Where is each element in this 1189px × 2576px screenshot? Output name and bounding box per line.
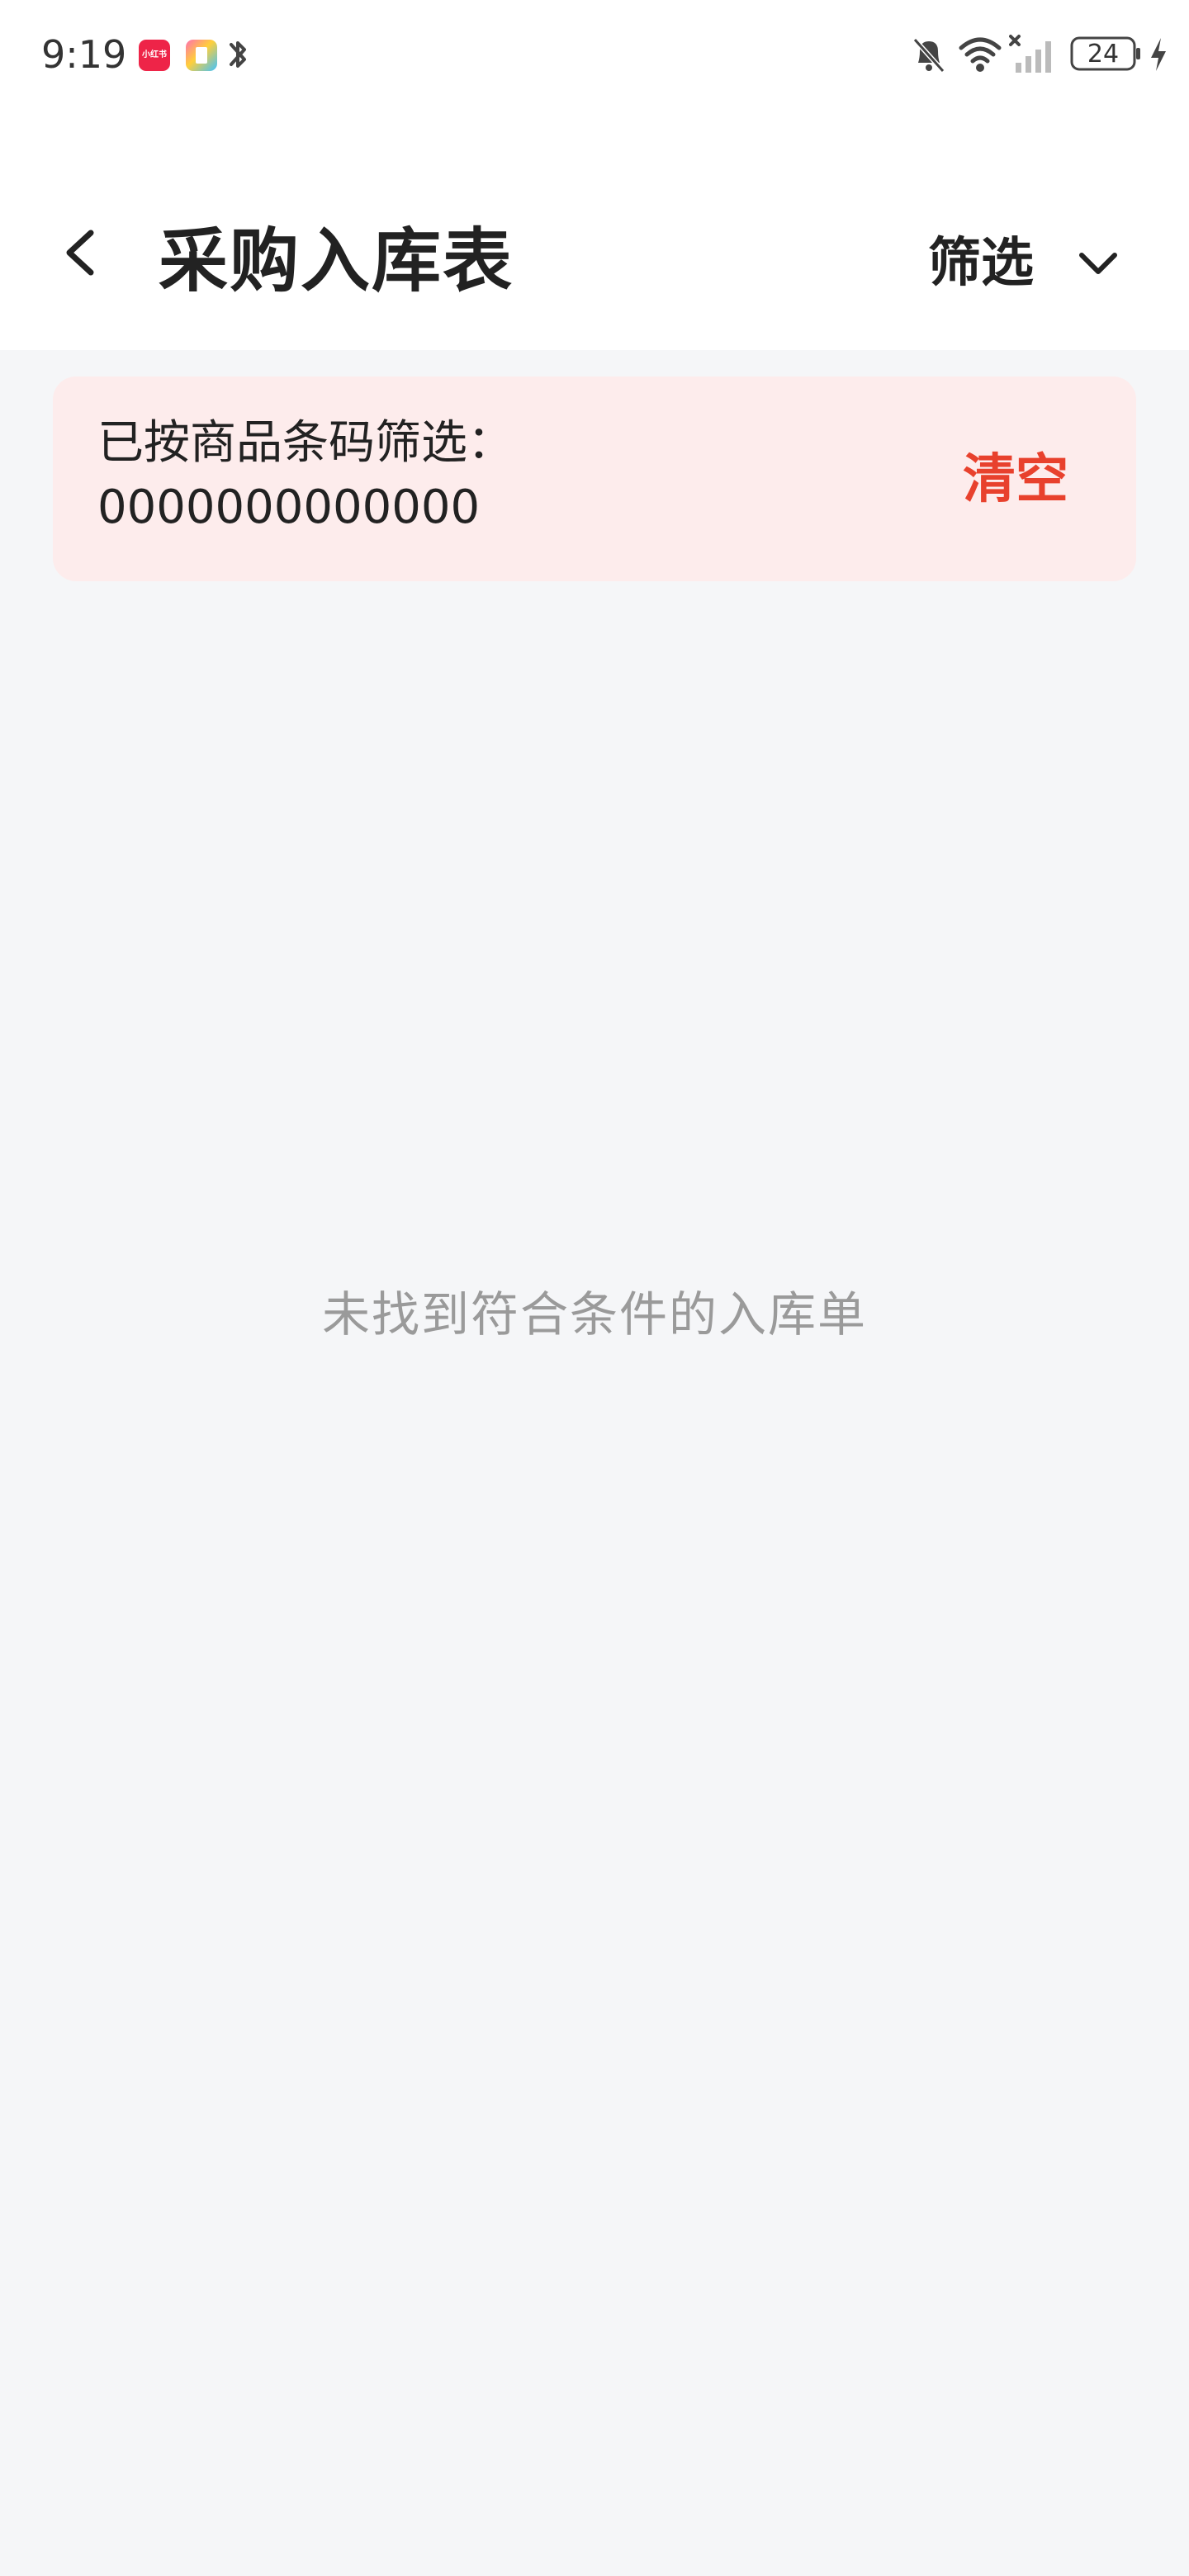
color-app-icon [186,40,217,71]
charging-icon [1151,38,1166,71]
filter-banner: 已按商品条码筛选： 0000000000000 清空 [53,376,1136,581]
filter-dropdown[interactable]: 筛选 [928,226,1123,301]
filter-description: 已按商品条码筛选： 0000000000000 [97,411,514,540]
clear-filter-button[interactable]: 清空 [963,443,1068,517]
status-bar: 9:19 小红书 24 [0,0,1189,112]
header: 采购入库表 筛选 [0,112,1189,350]
chevron-left-icon [66,230,94,276]
filter-label: 筛选 [928,233,1034,294]
filter-prefix: 已按商品条码筛选： [97,416,514,470]
signal-icon [1009,35,1051,73]
filter-barcode: 0000000000000 [97,481,481,534]
xiaohongshu-app-icon: 小红书 [139,40,170,71]
bell-off-icon [912,37,945,73]
battery-level: 24 [1087,40,1120,69]
bluetooth-icon [230,41,246,68]
wifi-icon [959,37,1002,72]
empty-state-message: 未找到符合条件的入库单 [321,1286,867,1342]
chevron-down-icon [1079,253,1117,274]
page-title: 采购入库表 [159,220,514,301]
status-time: 9:19 [41,32,127,77]
back-button[interactable] [50,220,116,286]
